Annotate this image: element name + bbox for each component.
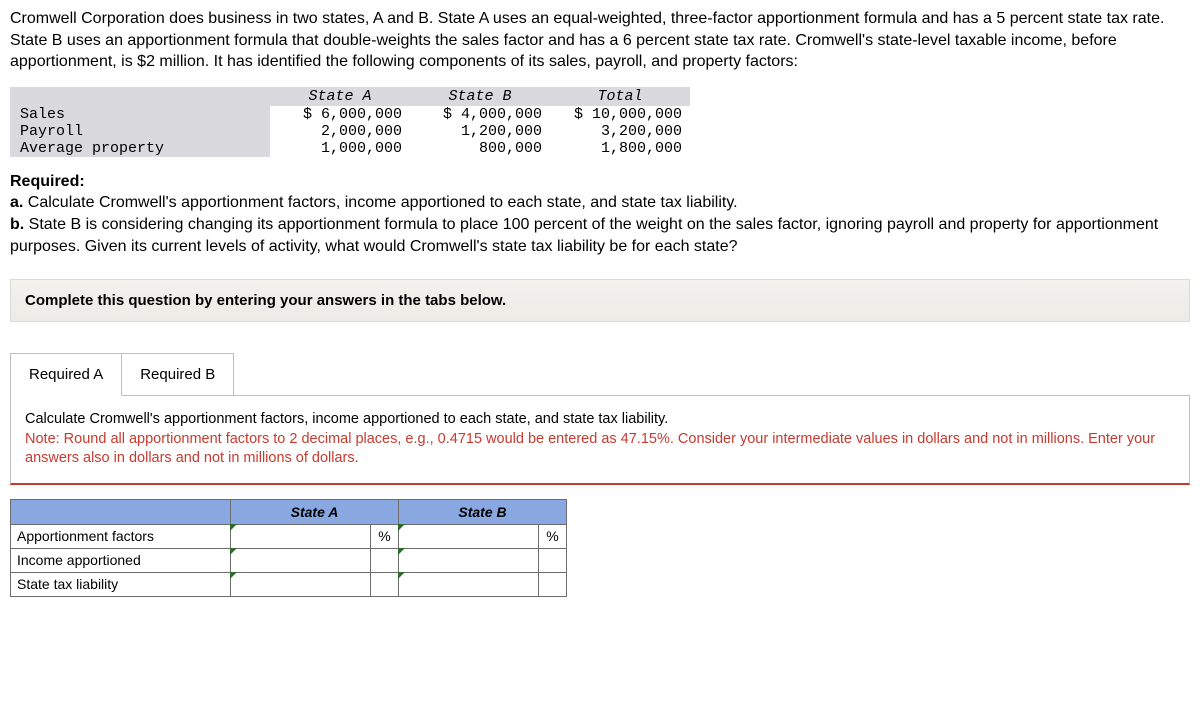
row-payroll-total: 3,200,000	[550, 123, 690, 140]
answer-income-a-unit	[371, 548, 399, 572]
tab-panel-required-a: Calculate Cromwell's apportionment facto…	[10, 395, 1190, 485]
answer-tax-b-unit	[539, 572, 567, 596]
row-sales-label: Sales	[10, 106, 270, 123]
editable-marker-icon	[398, 524, 405, 531]
answer-row-tax-label: State tax liability	[11, 572, 231, 596]
tab-required-b[interactable]: Required B	[122, 353, 234, 396]
data-header-state-b: State B	[410, 87, 550, 106]
editable-marker-icon	[398, 572, 405, 579]
answer-tax-a-input[interactable]	[231, 572, 371, 596]
row-sales-a: $ 6,000,000	[270, 106, 410, 123]
row-payroll-label: Payroll	[10, 123, 270, 140]
required-a-label: a.	[10, 194, 23, 211]
answer-table: State A State B Apportionment factors % …	[10, 499, 567, 597]
instruction-bar: Complete this question by entering your …	[10, 279, 1190, 322]
row-property-total: 1,800,000	[550, 140, 690, 157]
row-property-b: 800,000	[410, 140, 550, 157]
answer-tax-b-input[interactable]	[399, 572, 539, 596]
factors-data-table: State A State B Total Sales $ 6,000,000 …	[10, 87, 690, 157]
required-heading: Required:	[10, 173, 85, 190]
answer-tax-a-unit	[371, 572, 399, 596]
row-property-label: Average property	[10, 140, 270, 157]
row-sales-total: $ 10,000,000	[550, 106, 690, 123]
panel-note: Note: Round all apportionment factors to…	[25, 431, 1155, 467]
answer-apportionment-a-input[interactable]	[231, 524, 371, 548]
editable-marker-icon	[230, 524, 237, 531]
row-payroll-b: 1,200,000	[410, 123, 550, 140]
answer-income-b-input[interactable]	[399, 548, 539, 572]
answer-header-blank	[11, 499, 231, 524]
editable-marker-icon	[230, 572, 237, 579]
answer-header-state-b: State B	[399, 499, 567, 524]
answer-row-apportionment-label: Apportionment factors	[11, 524, 231, 548]
required-b-text: State B is considering changing its appo…	[10, 216, 1158, 255]
panel-instruction: Calculate Cromwell's apportionment facto…	[25, 411, 668, 427]
answer-apportionment-b-input[interactable]	[399, 524, 539, 548]
answer-row-income-label: Income apportioned	[11, 548, 231, 572]
required-a-text: Calculate Cromwell's apportionment facto…	[23, 194, 737, 211]
tab-strip: Required A Required B	[10, 352, 1190, 395]
data-header-blank	[10, 87, 270, 106]
required-section: Required: a. Calculate Cromwell's apport…	[10, 171, 1190, 257]
data-header-total: Total	[550, 87, 690, 106]
answer-apportionment-a-unit: %	[371, 524, 399, 548]
row-sales-b: $ 4,000,000	[410, 106, 550, 123]
answer-header-state-a: State A	[231, 499, 399, 524]
row-payroll-a: 2,000,000	[270, 123, 410, 140]
tab-required-a[interactable]: Required A	[10, 353, 122, 396]
editable-marker-icon	[398, 548, 405, 555]
row-property-a: 1,000,000	[270, 140, 410, 157]
required-b-label: b.	[10, 216, 24, 233]
problem-statement: Cromwell Corporation does business in tw…	[10, 8, 1190, 73]
editable-marker-icon	[230, 548, 237, 555]
answer-income-b-unit	[539, 548, 567, 572]
data-header-state-a: State A	[270, 87, 410, 106]
answer-apportionment-b-unit: %	[539, 524, 567, 548]
answer-income-a-input[interactable]	[231, 548, 371, 572]
